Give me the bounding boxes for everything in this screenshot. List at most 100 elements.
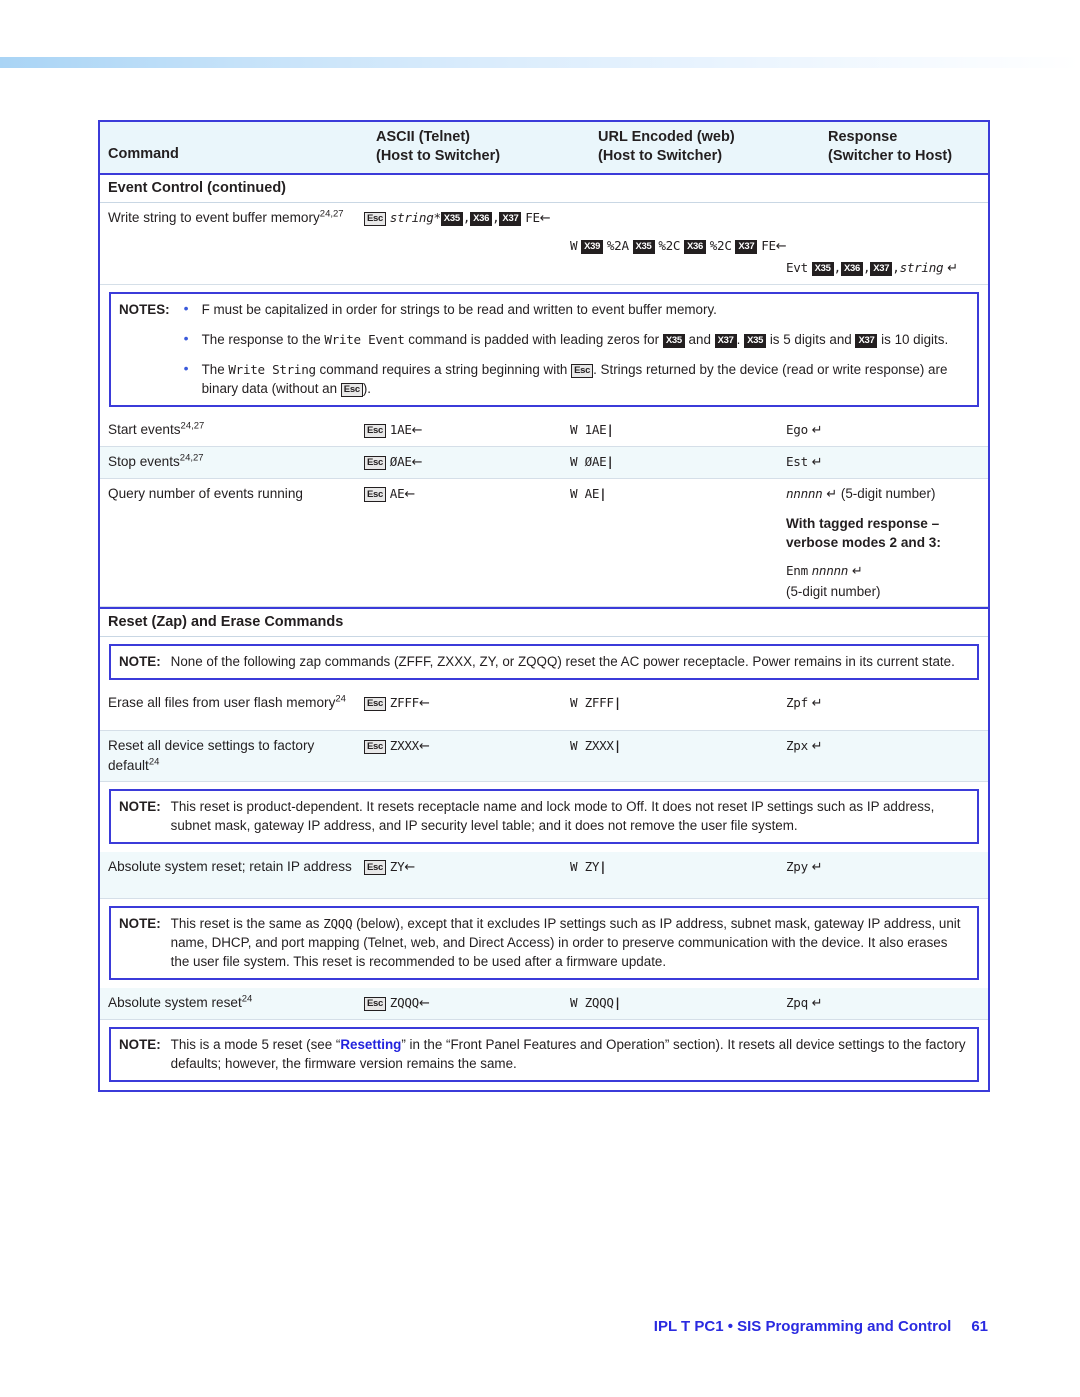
note-mode5-text-a: This is a mode 5 reset (see “ bbox=[170, 1036, 341, 1052]
carriage-return-icon: ↵ bbox=[947, 261, 958, 277]
row-ascii-absolute-reset: Esc ZQQQ← bbox=[356, 988, 566, 1019]
response-comma-2: , bbox=[862, 260, 871, 276]
row-command-erase-flash: Erase all files from user flash memory24 bbox=[100, 688, 356, 730]
footnote-ref: 24 bbox=[241, 993, 253, 1005]
notes-box-event-control: NOTES: F must be capitalized in order fo… bbox=[109, 292, 979, 408]
response-body: Est bbox=[786, 454, 808, 470]
ascii-body: ZXXX bbox=[389, 738, 419, 754]
carriage-return-icon: ↵ bbox=[851, 564, 863, 580]
column-header-ascii-line2: (Host to Switcher) bbox=[376, 148, 501, 165]
section-header-reset-zap-label: Reset (Zap) and Erase Commands bbox=[108, 614, 344, 631]
row-command-write-string: Write string to event buffer memory24,27 bbox=[100, 203, 356, 284]
url-pipe: | bbox=[599, 858, 607, 874]
ascii-star: * bbox=[433, 210, 442, 226]
table-row-erase-flash: Erase all files from user flash memory24… bbox=[100, 688, 988, 732]
esc-key-icon: Esc bbox=[364, 455, 387, 471]
table-row-absolute-retain-ip: Absolute system reset; retain IP address… bbox=[100, 851, 988, 899]
response-evt-token: Evt bbox=[786, 260, 808, 276]
carriage-return-icon: ↵ bbox=[811, 739, 823, 755]
row-ascii-write-string: Esc string* X35, X36, X37 FE← bbox=[356, 203, 566, 284]
ascii-body: ZY bbox=[389, 858, 405, 874]
notes-bullet-3-text-d: ). bbox=[362, 381, 371, 397]
tagged-response-prefix: Enm bbox=[786, 563, 808, 579]
command-table: Command ASCII (Telnet) (Host to Switcher… bbox=[98, 120, 990, 1092]
note-box-zap-power: NOTE: None of the following zap commands… bbox=[109, 644, 979, 681]
row-command-absolute-retain-ip: Absolute system reset; retain IP address bbox=[100, 852, 356, 898]
response-nnnnn-token: nnnnn bbox=[786, 485, 823, 501]
carriage-return-icon: ↵ bbox=[811, 423, 823, 439]
row-response-start-events: Ego ↵ bbox=[784, 415, 984, 446]
left-arrow-icon: ← bbox=[404, 859, 416, 875]
response-body: Zpx bbox=[786, 738, 808, 754]
column-header-command-label: Command bbox=[108, 146, 179, 163]
carriage-return-icon: ↵ bbox=[811, 996, 823, 1012]
url-tail: FE bbox=[761, 238, 776, 254]
url-body: W ZFFF bbox=[570, 695, 614, 711]
response-comma-1: , bbox=[833, 260, 842, 276]
row-url-absolute-reset: W ZQQQ| bbox=[566, 988, 784, 1019]
table-row-start-events: Start events24,27 Esc 1AE← W 1AE| Ego ↵ bbox=[100, 415, 988, 448]
esc-key-icon: Esc bbox=[364, 487, 387, 502]
notes-bullet-1: F must be capitalized in order for strin… bbox=[180, 299, 969, 319]
table-row-stop-events: Stop events24,27 Esc ØAE← W ØAE| Est ↵ bbox=[100, 447, 988, 479]
sis-command-table-page: Command ASCII (Telnet) (Host to Switcher… bbox=[98, 120, 990, 1092]
note-box-product-dependent: NOTE: This reset is product-dependent. I… bbox=[109, 788, 979, 844]
table-row-query-events: Query number of events running Esc AE← W… bbox=[100, 478, 988, 608]
notes-bullet-2: The response to the Write Event command … bbox=[180, 329, 969, 349]
left-arrow-icon: ← bbox=[404, 486, 416, 502]
row-url-reset-factory: W ZXXX| bbox=[566, 731, 784, 780]
row-response-reset-factory: Zpx ↵ bbox=[784, 731, 984, 780]
row-ascii-stop-events: Esc ØAE← bbox=[356, 447, 566, 478]
section-header-reset-zap: Reset (Zap) and Erase Commands bbox=[100, 607, 988, 638]
column-header-url-line1: URL Encoded (web) bbox=[598, 129, 735, 145]
table-row-write-string: Write string to event buffer memory24,27… bbox=[100, 203, 988, 286]
row-command-reset-factory-label: Reset all device settings to factory def… bbox=[108, 738, 315, 774]
header-gradient-band bbox=[0, 57, 1080, 68]
notes-bullet-2-text-e: is 5 digits and bbox=[766, 332, 856, 348]
esc-key-icon: Esc bbox=[364, 739, 387, 755]
response-body: Zpy bbox=[786, 858, 808, 874]
note-box-label: NOTE: bbox=[119, 798, 161, 814]
resetting-link[interactable]: Resetting bbox=[340, 1037, 401, 1052]
row-command-reset-factory: Reset all device settings to factory def… bbox=[100, 731, 356, 780]
response-line-write-string: Evt X35, X36, X37 ,string ↵ bbox=[786, 258, 980, 279]
note-box-zap-power-text: None of the following zap commands (ZFFF… bbox=[170, 654, 955, 670]
variable-x36-icon: X36 bbox=[683, 239, 706, 255]
esc-key-icon: Esc bbox=[364, 423, 387, 439]
left-arrow-icon: ← bbox=[418, 739, 430, 755]
note-box-zy-reset-text: This reset is the same as ZQQQ (below), … bbox=[171, 914, 969, 971]
column-header-response: Response (Switcher to Host) bbox=[820, 122, 1032, 173]
notes-bullet-3-text-b: command requires a string beginning with bbox=[315, 362, 572, 378]
esc-key-icon: Esc bbox=[571, 363, 594, 379]
note-box-label: NOTE: bbox=[119, 1036, 161, 1052]
carriage-return-icon: ↵ bbox=[811, 696, 823, 712]
row-command-start-events-label: Start events bbox=[108, 422, 181, 438]
row-url-absolute-retain-ip: W ZY| bbox=[566, 852, 784, 898]
variable-x39-icon: X39 bbox=[581, 239, 604, 255]
variable-x37-icon: X37 bbox=[499, 211, 522, 227]
row-command-absolute-reset: Absolute system reset24 bbox=[100, 988, 356, 1019]
carriage-return-icon: ↵ bbox=[826, 486, 838, 502]
ascii-tail: FE bbox=[525, 210, 540, 226]
variable-x37-icon: X37 bbox=[735, 239, 758, 255]
notes-bullet-2-text-b: command is padded with leading zeros for bbox=[404, 332, 663, 348]
notes-bullet-3: The Write String command requires a stri… bbox=[180, 359, 969, 398]
tagged-response-heading-line1: With tagged response – bbox=[786, 515, 940, 531]
response-primary-line: nnnnn ↵ (5-digit number) bbox=[786, 484, 980, 505]
column-header-response-line1: Response bbox=[828, 129, 898, 145]
response-body: Zpf bbox=[786, 695, 808, 711]
row-url-write-string: W X39 %2A X35 %2C X36 %2C X37 FE← bbox=[566, 203, 787, 284]
url-body: W ZY bbox=[570, 858, 600, 874]
notes-bullet-2-text-d: . bbox=[736, 332, 745, 348]
notes-bullet-list: F must be capitalized in order for strin… bbox=[180, 299, 969, 398]
column-header-url-line2: (Host to Switcher) bbox=[598, 148, 723, 165]
row-command-query-events-label: Query number of events running bbox=[108, 485, 303, 501]
note-box-product-dependent-text: This reset is product-dependent. It rese… bbox=[170, 798, 935, 833]
row-response-absolute-retain-ip: Zpy ↵ bbox=[784, 852, 984, 898]
row-ascii-absolute-retain-ip: Esc ZY← bbox=[356, 852, 566, 898]
left-arrow-icon: ← bbox=[418, 696, 430, 712]
footnote-ref: 24,27 bbox=[180, 420, 205, 432]
variable-x35-icon: X35 bbox=[744, 333, 767, 349]
esc-key-icon: Esc bbox=[340, 382, 363, 398]
row-command-stop-events: Stop events24,27 bbox=[100, 447, 356, 478]
